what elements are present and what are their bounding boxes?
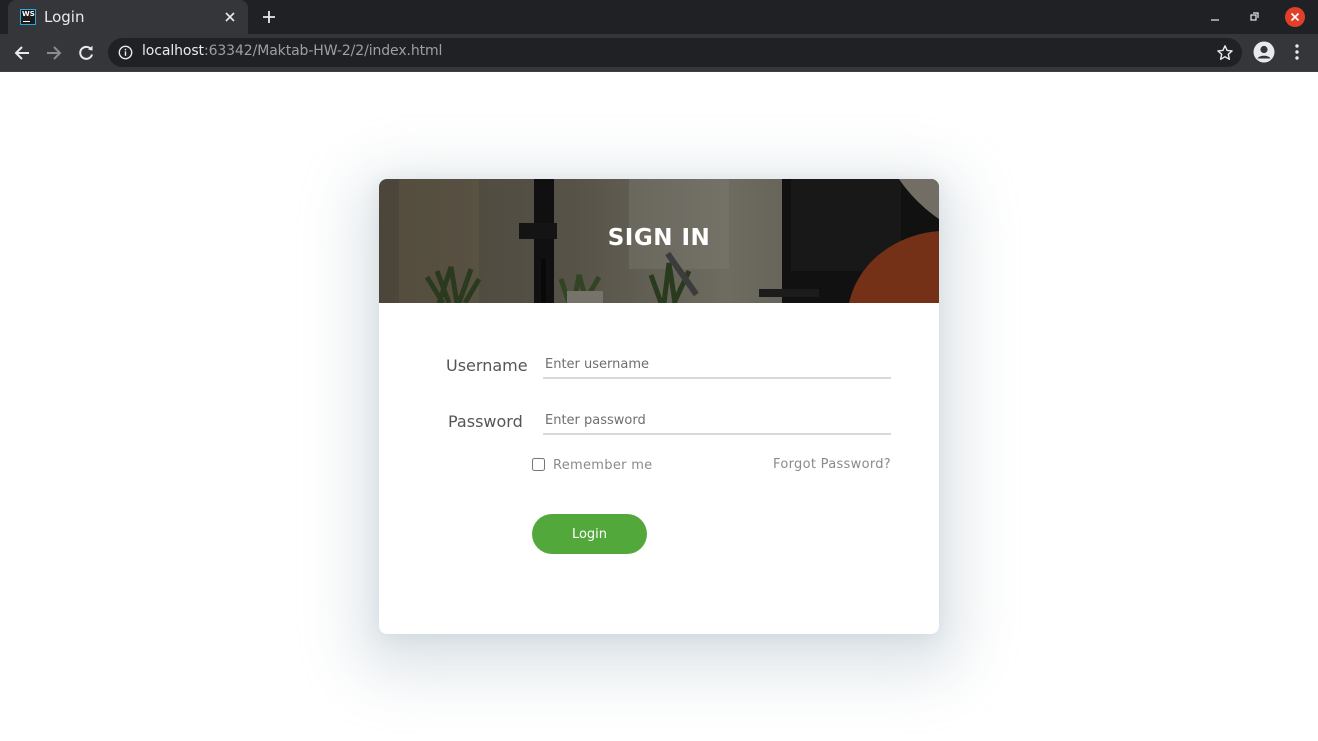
login-button[interactable]: Login: [532, 514, 647, 554]
card-header: SIGN IN: [379, 179, 939, 303]
kebab-menu-icon[interactable]: [1289, 43, 1305, 61]
card-title: SIGN IN: [607, 225, 711, 251]
url-text: localhost:63342/Maktab-HW-2/2/index.html: [142, 43, 442, 59]
password-input[interactable]: [543, 407, 891, 435]
restore-icon[interactable]: [1245, 8, 1263, 26]
plus-icon[interactable]: [261, 9, 277, 25]
profile-icon[interactable]: [1253, 41, 1275, 63]
toolbar-divider: [0, 71, 1318, 72]
star-icon[interactable]: [1216, 44, 1234, 62]
reload-icon[interactable]: [76, 43, 96, 63]
username-label: Username: [446, 356, 528, 375]
info-icon[interactable]: [118, 45, 133, 60]
browser-tabstrip: WS Login: [0, 0, 1318, 34]
url-path: :63342/Maktab-HW-2/2/index.html: [203, 43, 443, 59]
minimize-icon[interactable]: [1206, 8, 1224, 26]
tab-title: Login: [44, 8, 85, 26]
window-close-icon: [1290, 12, 1300, 22]
login-card: SIGN IN Username Password Remember me Fo…: [379, 179, 939, 634]
close-icon[interactable]: [222, 9, 238, 25]
ws-favicon-icon: WS: [20, 9, 36, 25]
browser-tab[interactable]: WS Login: [8, 0, 248, 34]
back-arrow-icon[interactable]: [12, 43, 32, 63]
remember-me-label[interactable]: Remember me: [553, 458, 652, 473]
username-input[interactable]: [543, 351, 891, 379]
forward-arrow-icon[interactable]: [44, 43, 64, 63]
remember-me-checkbox[interactable]: [532, 458, 545, 471]
url-host: localhost: [142, 43, 204, 59]
forgot-password-link[interactable]: Forgot Password?: [773, 457, 891, 472]
address-bar[interactable]: localhost:63342/Maktab-HW-2/2/index.html: [108, 38, 1242, 67]
window-close-button[interactable]: [1285, 7, 1305, 27]
password-label: Password: [448, 412, 523, 431]
browser-toolbar: localhost:63342/Maktab-HW-2/2/index.html: [0, 34, 1318, 71]
